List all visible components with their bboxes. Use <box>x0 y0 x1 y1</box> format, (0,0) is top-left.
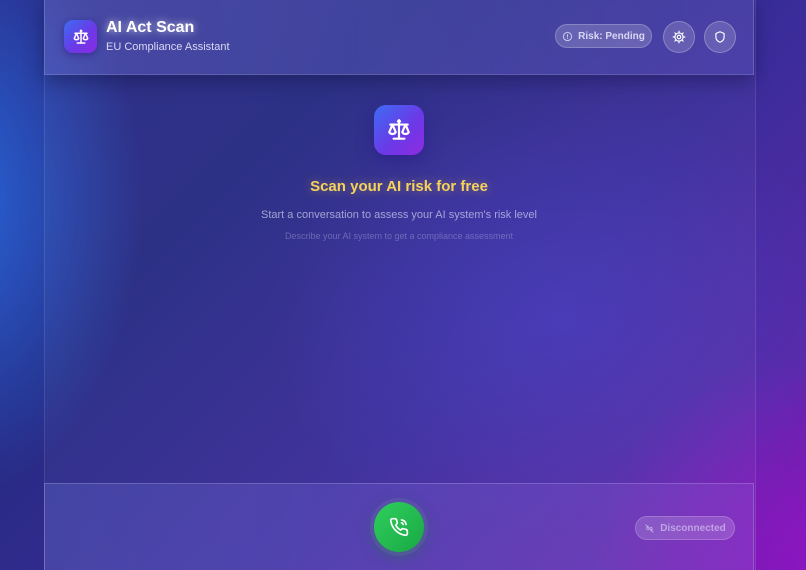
connection-status-label: Disconnected <box>660 522 726 534</box>
app-title: AI Act Scan <box>106 19 195 36</box>
app-logo <box>64 20 97 53</box>
shield-icon <box>715 31 725 43</box>
app-subtitle: EU Compliance Assistant <box>106 41 230 53</box>
hero-title: Scan your AI risk for free <box>310 178 488 195</box>
risk-status-label: Risk: Pending <box>578 30 645 42</box>
connection-status-badge: Disconnected <box>635 516 735 540</box>
app-header: AI Act Scan EU Compliance Assistant Risk… <box>44 0 754 75</box>
hero-hint: Describe your AI system to get a complia… <box>284 231 514 241</box>
call-bar: Disconnected <box>44 483 754 570</box>
settings-button[interactable] <box>663 21 695 53</box>
scale-icon <box>388 119 410 140</box>
gear-icon <box>672 30 686 44</box>
phone-icon <box>389 517 409 537</box>
scale-icon <box>73 29 88 44</box>
risk-status-badge[interactable]: Risk: Pending <box>555 24 652 48</box>
hero-subtitle: Start a conversation to assess your AI s… <box>261 209 537 221</box>
start-call-button[interactable] <box>374 502 424 552</box>
security-button[interactable] <box>704 21 736 53</box>
info-circle-icon <box>563 31 573 41</box>
hero-logo <box>374 105 424 155</box>
unplugged-icon <box>645 523 654 533</box>
